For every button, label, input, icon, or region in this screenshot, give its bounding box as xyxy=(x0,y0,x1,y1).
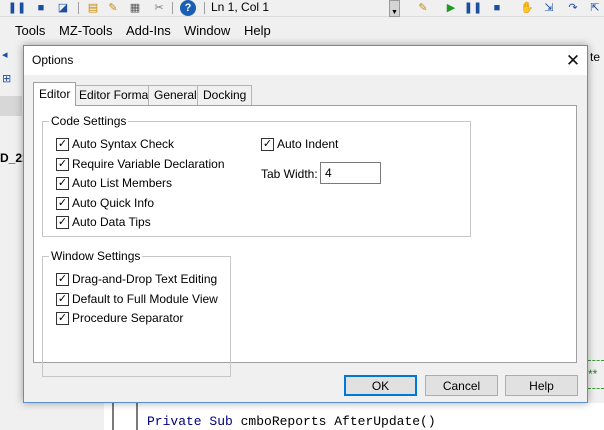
procedure-separator-checkbox[interactable]: ✓ xyxy=(56,311,69,325)
code-line[interactable]: Private Sub cmboReports AfterUpdate() xyxy=(147,414,436,429)
full-module-view-checkbox[interactable]: ✓ xyxy=(56,292,69,306)
window-settings-group: Window Settings ✓ Drag-and-Drop Text Edi… xyxy=(42,249,231,377)
design-mode-icon[interactable]: ◪ xyxy=(56,1,70,15)
help-button[interactable]: Help xyxy=(505,375,578,396)
break-icon[interactable]: ❚❚ xyxy=(464,1,482,15)
auto-indent-option[interactable]: ✓ Auto Indent xyxy=(261,137,338,151)
code-margin-divider xyxy=(112,403,114,430)
auto-quick-info-label: Auto Quick Info xyxy=(72,196,155,210)
step-over-icon[interactable]: ↷ xyxy=(566,1,580,15)
auto-data-tips-label: Auto Data Tips xyxy=(72,215,151,229)
full-module-view-label: Default to Full Module View xyxy=(72,292,218,306)
code-comment-fragment: ** xyxy=(588,367,598,381)
step-out-icon[interactable]: ⇱ xyxy=(588,1,602,15)
require-variable-declaration-option[interactable]: ✓ Require Variable Declaration xyxy=(56,157,225,171)
auto-quick-info-option[interactable]: ✓ Auto Quick Info xyxy=(56,196,154,210)
properties-icon[interactable]: ✎ xyxy=(106,1,120,15)
cursor-position-label: Ln 1, Col 1 xyxy=(211,0,270,14)
project-explorer-icon[interactable]: ▤ xyxy=(86,1,100,15)
tab-width-input[interactable] xyxy=(320,162,381,184)
auto-list-members-label: Auto List Members xyxy=(72,176,173,190)
dialog-title: Options xyxy=(32,53,74,67)
toolbar-separator xyxy=(172,2,173,14)
auto-syntax-check-option[interactable]: ✓ Auto Syntax Check xyxy=(56,137,174,151)
auto-indent-label: Auto Indent xyxy=(277,137,339,151)
code-keyword: Private Sub xyxy=(147,414,241,429)
tab-docking[interactable]: Docking xyxy=(197,85,253,105)
drag-drop-editing-option[interactable]: ✓ Drag-and-Drop Text Editing xyxy=(56,272,217,286)
stop-icon[interactable]: ■ xyxy=(34,1,48,15)
standard-toolbar: ❚❚ ■ ◪ ▤ ✎ ▦ ✂ ? Ln 1, Col 1 ▼ ✎ ▶ ❚❚ ■ … xyxy=(0,0,604,17)
tab-width-label: Tab Width: xyxy=(261,167,318,181)
options-dialog: Options ✕ Editor Editor Format General D… xyxy=(23,45,588,403)
tab-editor-format[interactable]: Editor Format xyxy=(73,85,158,105)
project-explorer-strip xyxy=(0,96,22,116)
procedure-separator-line xyxy=(588,388,604,389)
auto-data-tips-option[interactable]: ✓ Auto Data Tips xyxy=(56,215,151,229)
reset-icon[interactable]: ■ xyxy=(490,1,504,15)
full-module-view-option[interactable]: ✓ Default to Full Module View xyxy=(56,292,218,306)
toggle-breakpoint-icon[interactable]: ✋ xyxy=(520,1,534,15)
tab-editor[interactable]: Editor xyxy=(33,82,77,106)
auto-data-tips-checkbox[interactable]: ✓ xyxy=(56,215,69,229)
module-icon: ⊞ xyxy=(2,73,12,85)
auto-indent-checkbox[interactable]: ✓ xyxy=(261,137,274,151)
pause-icon[interactable]: ❚❚ xyxy=(8,1,26,15)
drag-drop-editing-checkbox[interactable]: ✓ xyxy=(56,272,69,286)
menu-tools[interactable]: Tools xyxy=(15,23,45,39)
procedure-separator-line xyxy=(588,360,604,361)
project-icon: ◂ xyxy=(2,49,8,61)
step-into-icon[interactable]: ⇲ xyxy=(542,1,556,15)
run-icon[interactable]: ▶ xyxy=(444,1,458,15)
menu-window[interactable]: Window xyxy=(184,23,230,39)
watch-icon[interactable]: ✎ xyxy=(416,1,430,15)
code-procedure-name: cmboReports AfterUpdate() xyxy=(240,414,436,429)
drag-drop-editing-label: Drag-and-Drop Text Editing xyxy=(72,272,218,286)
object-browser-icon[interactable]: ▦ xyxy=(128,1,142,15)
menu-bar: Tools MZ-Tools Add-Ins Window Help xyxy=(0,20,604,42)
help-icon[interactable]: ? xyxy=(180,0,196,16)
background-caption: te F xyxy=(590,50,604,64)
toolbar-separator xyxy=(204,2,205,14)
auto-list-members-option[interactable]: ✓ Auto List Members xyxy=(56,176,172,190)
menu-help[interactable]: Help xyxy=(244,23,271,39)
auto-syntax-check-label: Auto Syntax Check xyxy=(72,137,175,151)
procedure-separator-option[interactable]: ✓ Procedure Separator xyxy=(56,311,183,325)
require-variable-declaration-label: Require Variable Declaration xyxy=(72,157,225,171)
code-settings-group: Code Settings ✓ Auto Syntax Check ✓ Requ… xyxy=(42,114,471,237)
window-settings-title: Window Settings xyxy=(49,249,143,263)
toolbox-icon[interactable]: ✂ xyxy=(152,1,166,15)
toolbar-separator xyxy=(78,2,79,14)
tab-general[interactable]: General xyxy=(148,85,203,105)
toolbar-options-dropdown[interactable]: ▼ xyxy=(389,0,400,17)
cancel-button[interactable]: Cancel xyxy=(425,375,498,396)
auto-quick-info-checkbox[interactable]: ✓ xyxy=(56,196,69,210)
dialog-title-bar[interactable]: Options ✕ xyxy=(24,46,587,75)
code-margin-divider xyxy=(136,403,138,430)
menu-mz-tools[interactable]: MZ-Tools xyxy=(59,23,112,39)
menu-add-ins[interactable]: Add-Ins xyxy=(126,23,171,39)
require-variable-declaration-checkbox[interactable]: ✓ xyxy=(56,157,69,171)
procedure-separator-label: Procedure Separator xyxy=(72,311,184,325)
ok-button[interactable]: OK xyxy=(344,375,417,396)
code-settings-title: Code Settings xyxy=(49,114,129,128)
editor-tab-panel: Code Settings ✓ Auto Syntax Check ✓ Requ… xyxy=(33,105,577,377)
auto-list-members-checkbox[interactable]: ✓ xyxy=(56,176,69,190)
close-icon[interactable]: ✕ xyxy=(559,46,587,75)
auto-syntax-check-checkbox[interactable]: ✓ xyxy=(56,137,69,151)
